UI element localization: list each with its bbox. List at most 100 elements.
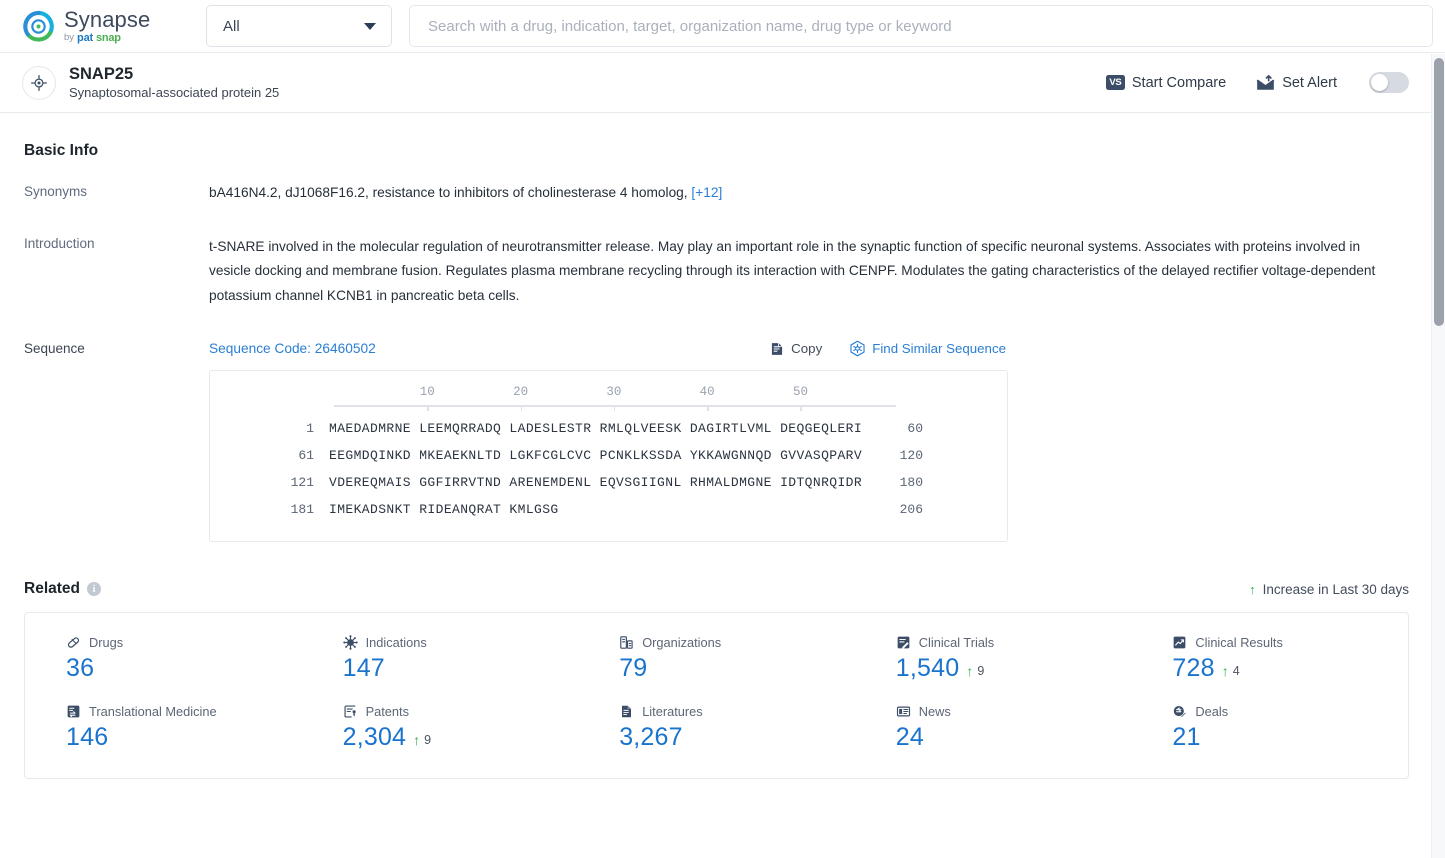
set-alert-toggle[interactable] xyxy=(1369,72,1409,93)
sequence-ruler-tick-label: 50 xyxy=(792,385,808,400)
sequence-residues: VDEREQMAIS GGFIRRVTND ARENEMDENL EQVSGII… xyxy=(329,475,863,491)
synonyms-more-link[interactable]: [+12] xyxy=(691,185,722,200)
sequence-start-index: 61 xyxy=(298,448,314,464)
page-title: SNAP25 xyxy=(69,64,134,83)
brand-name: Synapse xyxy=(64,6,151,32)
synonyms-row: Synonyms bA416N4.2, dJ1068F16.2, resista… xyxy=(24,183,1409,204)
chevron-down-icon xyxy=(364,22,376,30)
stat-value[interactable]: 728 xyxy=(1172,654,1214,683)
stat-indications[interactable]: Indications 147 xyxy=(302,635,579,683)
stat-translational-medicine[interactable]: Translational Medicine 146 xyxy=(25,704,302,752)
sequence-code-link[interactable]: Sequence Code: 26460502 xyxy=(209,341,376,356)
news-icon xyxy=(896,704,911,719)
sequence-ruler: 10 20 30 40 50 xyxy=(334,385,896,415)
stat-value[interactable]: 3,267 xyxy=(619,723,683,752)
increase-legend-label: Increase in Last 30 days xyxy=(1262,581,1409,597)
set-alert-button[interactable]: Set Alert xyxy=(1256,74,1337,91)
up-arrow-icon: ↑ xyxy=(413,732,421,749)
stat-label: Organizations xyxy=(642,635,722,651)
search-category-value: All xyxy=(223,17,240,35)
stat-delta-value: 4 xyxy=(1232,664,1240,679)
stat-drugs[interactable]: Drugs 36 xyxy=(25,635,302,683)
introduction-row: Introduction t-SNARE involved in the mol… xyxy=(24,235,1409,310)
stat-literatures[interactable]: Literatures 3,267 xyxy=(578,704,855,752)
sequence-label: Sequence xyxy=(24,341,85,357)
pill-icon xyxy=(66,635,81,650)
stat-label: Deals xyxy=(1195,704,1229,720)
sequence-line: 1 MAEDADMRNE LEEMQRRADQ LADESLESTR RMLQL… xyxy=(210,415,1007,442)
synonyms-value: bA416N4.2, dJ1068F16.2, resistance to in… xyxy=(209,185,688,200)
sequence-ruler-tick-label: 30 xyxy=(606,385,622,400)
stat-label: Drugs xyxy=(89,635,124,651)
sequence-residues: EEGMDQINKD MKEAEKNLTD LGKFCGLCVC PCNKLKS… xyxy=(329,448,863,464)
sequence-residues: MAEDADMRNE LEEMQRRADQ LADESLESTR RMLQLVE… xyxy=(329,421,863,437)
stat-delta: ↑ 4 xyxy=(1222,664,1240,678)
increase-legend: ↑ Increase in Last 30 days xyxy=(1249,582,1409,597)
page-scrollbar-track[interactable] xyxy=(1431,54,1445,858)
up-arrow-icon: ↑ xyxy=(1221,663,1229,680)
sequence-row: Sequence Sequence Code: 26460502 Copy Fi… xyxy=(24,340,1409,543)
copy-sequence-button[interactable]: Copy xyxy=(769,341,822,357)
introduction-label: Introduction xyxy=(24,235,95,251)
synonyms-label: Synonyms xyxy=(24,184,88,199)
sequence-line: 61 EEGMDQINKD MKEAEKNLTD LGKFCGLCVC PCNK… xyxy=(210,442,1007,469)
stat-label: Literatures xyxy=(642,704,703,720)
sequence-start-index: 1 xyxy=(306,421,314,437)
find-similar-sequence-button[interactable]: Find Similar Sequence xyxy=(849,340,1006,357)
header-actions: VS Start Compare Set Alert xyxy=(1105,72,1409,93)
translational-medicine-icon xyxy=(66,704,81,719)
stat-value[interactable]: 146 xyxy=(66,723,108,752)
top-bar: Synapse by pat snap All xyxy=(0,0,1445,53)
start-compare-label: Start Compare xyxy=(1131,74,1227,91)
alert-envelope-icon xyxy=(1256,74,1275,91)
stat-organizations[interactable]: Organizations 79 xyxy=(578,635,855,683)
search-bar[interactable] xyxy=(409,5,1433,47)
stat-clinical-trials[interactable]: Clinical Trials 1,540 ↑ 9 xyxy=(855,635,1132,683)
organization-icon xyxy=(619,635,634,650)
stat-delta: ↑ 9 xyxy=(966,664,984,678)
stat-label: Indications xyxy=(365,635,427,651)
sequence-ruler-tick-label: 20 xyxy=(513,385,529,400)
stat-deals[interactable]: Deals 21 xyxy=(1131,704,1408,752)
main-content: Basic Info Synonyms bA416N4.2, dJ1068F16… xyxy=(0,113,1445,858)
info-icon[interactable]: i xyxy=(87,582,101,597)
stat-delta-value: 9 xyxy=(424,733,432,748)
sequence-line: 121 VDEREQMAIS GGFIRRVTND ARENEMDENL EQV… xyxy=(210,469,1007,496)
sequence-panel: 10 20 30 40 50 1 MAEDADMRNE LEEMQRRADQ L… xyxy=(209,370,1008,543)
sequence-start-index: 121 xyxy=(290,475,314,491)
stat-value[interactable]: 2,304 xyxy=(343,723,407,752)
patent-icon xyxy=(343,704,358,719)
stat-value[interactable]: 147 xyxy=(343,654,385,683)
stat-label: Clinical Results xyxy=(1195,635,1283,651)
start-compare-button[interactable]: VS Start Compare xyxy=(1105,74,1227,91)
clinical-trial-icon xyxy=(896,635,911,650)
brand-patsnap-snap: snap xyxy=(95,31,121,44)
sequence-end-index: 60 xyxy=(907,421,923,437)
related-stats-card: Drugs 36 Indications 147 Organizations 7… xyxy=(24,612,1409,780)
sequence-end-index: 120 xyxy=(899,448,923,464)
stat-value[interactable]: 21 xyxy=(1172,723,1200,752)
sequence-lines: 1 MAEDADMRNE LEEMQRRADQ LADESLESTR RMLQL… xyxy=(210,415,1007,523)
related-stats-row: Translational Medicine 146 Patents 2,304… xyxy=(25,704,1408,752)
stat-value[interactable]: 24 xyxy=(896,723,924,752)
stat-label: News xyxy=(918,704,951,720)
stat-patents[interactable]: Patents 2,304 ↑ 9 xyxy=(302,704,579,752)
stat-label: Patents xyxy=(365,704,409,720)
sequence-end-index: 180 xyxy=(899,475,923,491)
page-scrollbar-thumb[interactable] xyxy=(1434,58,1444,326)
stat-value[interactable]: 79 xyxy=(619,654,647,683)
find-similar-sequence-icon xyxy=(849,340,866,357)
virus-icon xyxy=(342,635,358,651)
stat-label: Clinical Trials xyxy=(918,635,995,651)
stat-value[interactable]: 36 xyxy=(66,654,94,683)
search-category-select[interactable]: All xyxy=(206,5,392,47)
related-stats-row: Drugs 36 Indications 147 Organizations 7… xyxy=(25,635,1408,683)
search-input[interactable] xyxy=(426,16,1416,36)
copy-icon xyxy=(769,341,785,357)
stat-clinical-results[interactable]: Clinical Results 728 ↑ 4 xyxy=(1131,635,1408,683)
brand-patsnap-pat: pat xyxy=(77,31,93,44)
brand-logo[interactable]: Synapse by pat snap xyxy=(22,6,180,44)
stat-news[interactable]: News 24 xyxy=(855,704,1132,752)
set-alert-label: Set Alert xyxy=(1282,74,1337,91)
stat-value[interactable]: 1,540 xyxy=(896,654,960,683)
